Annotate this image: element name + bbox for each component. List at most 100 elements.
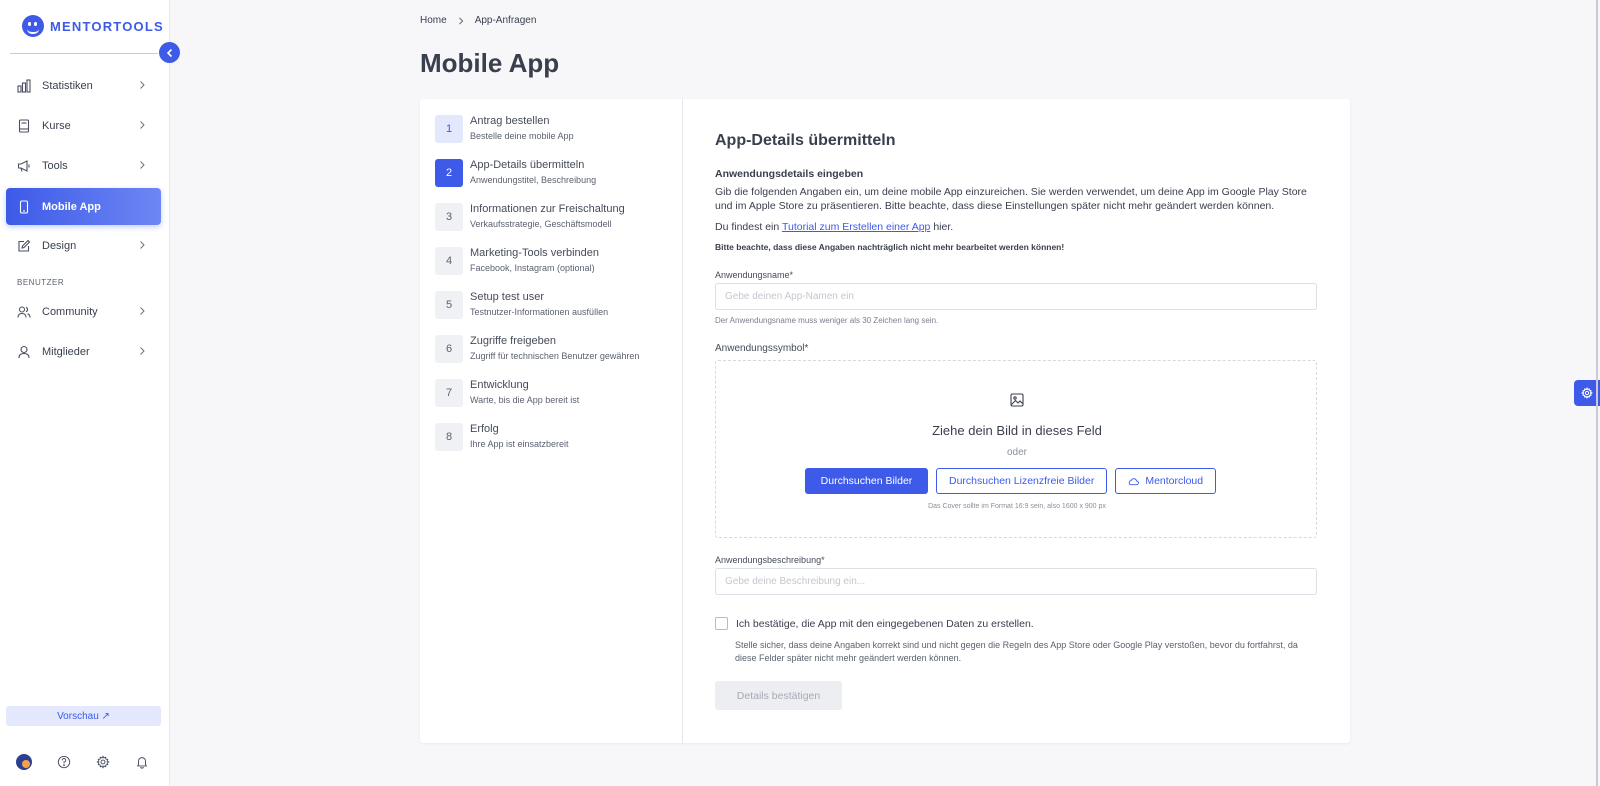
breadcrumb-home[interactable]: Home	[420, 15, 447, 26]
step-number: 5	[435, 291, 463, 319]
app-description-input[interactable]: Gebe deine Beschreibung ein...	[715, 568, 1317, 595]
step-8[interactable]: 8 Erfolg Ihre App ist einsatzbereit	[435, 423, 675, 453]
chevron-right-icon	[140, 121, 145, 129]
step-number: 6	[435, 335, 463, 363]
step-title: Antrag bestellen	[470, 115, 550, 127]
tutorial-link[interactable]: Tutorial zum Erstellen einer App	[782, 221, 930, 233]
sidebar-item-tools[interactable]: Tools	[6, 147, 161, 184]
section-label-benutzer: BENUTZER	[17, 278, 65, 287]
form-intro: Gib die folgenden Angaben ein, um deine …	[715, 186, 1307, 212]
divider	[10, 53, 158, 54]
mentorcloud-button[interactable]: Mentorcloud	[1115, 468, 1217, 494]
sidebar-item-statistiken[interactable]: Statistiken	[6, 67, 161, 104]
step-number: 8	[435, 423, 463, 451]
chevron-right-icon	[140, 307, 145, 315]
sidebar: MENTORTOOLS Statistiken Kurse Tools Mobi…	[0, 0, 170, 786]
megaphone-icon	[17, 159, 31, 173]
smartphone-icon	[17, 199, 31, 214]
tutorial-prefix: Du findest ein	[715, 221, 780, 233]
scrollbar[interactable]	[1596, 0, 1598, 786]
app-description-label: Anwendungsbeschreibung*	[715, 555, 825, 565]
step-7[interactable]: 7 Entwicklung Warte, bis die App bereit …	[435, 379, 675, 409]
chevron-right-icon	[140, 241, 145, 249]
sidebar-item-label: Tools	[42, 159, 68, 172]
cloud-icon	[1129, 477, 1140, 485]
image-dropzone[interactable]: Ziehe dein Bild in dieses Feld oder Durc…	[715, 360, 1317, 538]
step-number: 1	[435, 115, 463, 143]
chevron-left-icon	[166, 48, 172, 57]
gear-icon[interactable]	[95, 754, 111, 770]
sidebar-item-mitglieder[interactable]: Mitglieder	[6, 333, 161, 370]
confirm-details-button[interactable]: Details bestätigen	[715, 681, 842, 710]
step-number: 3	[435, 203, 463, 231]
step-6[interactable]: 6 Zugriffe freigeben Zugriff für technis…	[435, 335, 675, 365]
pencil-icon	[17, 239, 31, 253]
mentortools-logo-icon	[22, 15, 44, 37]
sidebar-footer	[0, 754, 170, 774]
step-title: Marketing-Tools verbinden	[470, 247, 600, 259]
chevron-right-icon	[458, 16, 463, 25]
browse-images-button[interactable]: Durchsuchen Bilder	[805, 468, 928, 494]
sidebar-item-label: Mobile App	[42, 200, 101, 213]
step-3[interactable]: 3 Informationen zur Freischaltung Verkau…	[435, 203, 675, 233]
form-warning: Bitte beachte, dass diese Angaben nachtr…	[715, 242, 1065, 252]
step-subtitle: Verkaufsstrategie, Geschäftsmodell	[470, 219, 612, 229]
sidebar-item-mobile-app[interactable]: Mobile App	[6, 188, 161, 225]
step-subtitle: Ihre App ist einsatzbereit	[470, 439, 569, 449]
app-name-input[interactable]: Gebe deinen App-Namen ein	[715, 283, 1317, 310]
bell-icon[interactable]	[134, 754, 150, 770]
users-icon	[17, 305, 31, 319]
step-subtitle: Warte, bis die App bereit ist	[470, 395, 580, 405]
mentorcloud-label: Mentorcloud	[1145, 475, 1204, 487]
app-icon-label: Anwendungssymbol*	[715, 343, 809, 354]
tutorial-suffix: hier.	[933, 221, 954, 233]
confirm-label[interactable]: Ich bestätige, die App mit den eingegebe…	[736, 618, 1034, 630]
step-title: Setup test user	[470, 291, 544, 303]
image-icon	[1010, 393, 1024, 407]
step-4[interactable]: 4 Marketing-Tools verbinden Facebook, In…	[435, 247, 675, 277]
step-title: Informationen zur Freischaltung	[470, 203, 625, 215]
sidebar-item-kurse[interactable]: Kurse	[6, 107, 161, 144]
step-title: App-Details übermitteln	[470, 159, 585, 171]
logo-text: MENTORTOOLS	[50, 18, 164, 34]
dropzone-hint: Das Cover sollte im Format 16:9 sein, al…	[928, 503, 1106, 510]
preview-button[interactable]: Vorschau ↗	[6, 706, 161, 726]
bar-chart-icon	[17, 78, 31, 93]
step-number: 4	[435, 247, 463, 275]
avatar[interactable]	[16, 754, 32, 770]
breadcrumb-current[interactable]: App-Anfragen	[475, 15, 537, 26]
chevron-right-icon	[140, 81, 145, 89]
step-subtitle: Facebook, Instagram (optional)	[470, 263, 595, 273]
step-number: 7	[435, 379, 463, 407]
sidebar-item-design[interactable]: Design	[6, 227, 161, 264]
dropzone-title: Ziehe dein Bild in dieses Feld	[932, 423, 1102, 438]
help-icon[interactable]	[56, 754, 72, 770]
confirm-checkbox[interactable]	[715, 617, 728, 630]
sidebar-collapse-button[interactable]	[159, 42, 180, 63]
step-2[interactable]: 2 App-Details übermitteln Anwendungstite…	[435, 159, 675, 189]
chevron-right-icon	[140, 161, 145, 169]
step-title: Erfolg	[470, 423, 499, 435]
step-1[interactable]: 1 Antrag bestellen Bestelle deine mobile…	[435, 115, 675, 145]
step-subtitle: Testnutzer-Informationen ausfüllen	[470, 307, 609, 317]
step-subtitle: Bestelle deine mobile App	[470, 131, 574, 141]
stepper: 1 Antrag bestellen Bestelle deine mobile…	[420, 99, 683, 743]
sidebar-item-label: Community	[42, 305, 98, 318]
app-request-card: 1 Antrag bestellen Bestelle deine mobile…	[420, 99, 1350, 743]
step-title: Zugriffe freigeben	[470, 335, 557, 347]
browse-free-images-button[interactable]: Durchsuchen Lizenzfreie Bilder	[936, 468, 1108, 494]
confirm-hint: Stelle sicher, dass deine Angaben korrek…	[735, 640, 1298, 663]
page-title: Mobile App	[420, 48, 560, 78]
sidebar-item-label: Statistiken	[42, 79, 93, 92]
confirm-row: Ich bestätige, die App mit den eingegebe…	[715, 617, 1034, 630]
sidebar-item-community[interactable]: Community	[6, 293, 161, 330]
dropzone-or: oder	[1006, 447, 1027, 458]
dropzone-actions: Durchsuchen Bilder Durchsuchen Lizenzfre…	[805, 468, 1217, 494]
form-subtitle: Anwendungsdetails eingeben	[715, 168, 864, 180]
form-title: App-Details übermitteln	[715, 132, 896, 149]
step-number: 2	[435, 159, 463, 187]
logo[interactable]: MENTORTOOLS	[22, 14, 164, 38]
step-subtitle: Anwendungstitel, Beschreibung	[470, 175, 597, 185]
step-5[interactable]: 5 Setup test user Testnutzer-Information…	[435, 291, 675, 321]
tutorial-text: Du findest ein Tutorial zum Erstellen ei…	[715, 221, 953, 233]
